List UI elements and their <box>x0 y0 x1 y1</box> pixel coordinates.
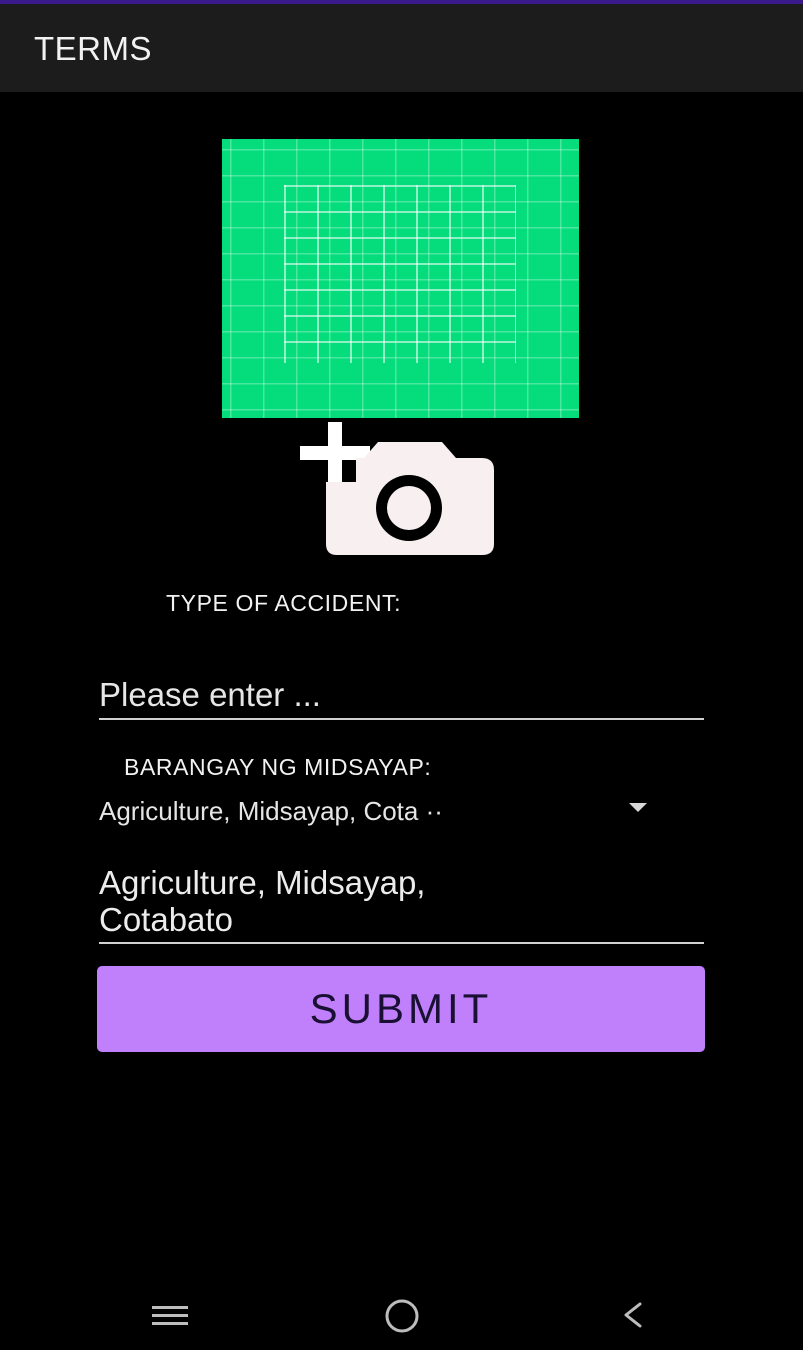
nav-recents-button[interactable] <box>140 1290 200 1340</box>
barangay-selected-value: Agriculture, Midsayap, Cota ·· <box>99 796 443 826</box>
recents-icon <box>152 1306 188 1325</box>
barangay-dropdown[interactable]: Agriculture, Midsayap, Cota ·· <box>99 788 659 834</box>
system-nav-bar <box>0 1280 803 1350</box>
app-bar: TERMS <box>0 4 803 92</box>
nav-home-button[interactable] <box>372 1290 432 1340</box>
back-icon <box>624 1302 642 1328</box>
address-field[interactable]: Agriculture, Midsayap, Cotabato <box>99 864 704 944</box>
dropdown-arrow-icon <box>629 803 647 812</box>
accident-type-input[interactable] <box>99 672 704 720</box>
address-line-2: Cotabato <box>99 901 233 938</box>
nav-back-button[interactable] <box>602 1290 662 1340</box>
barangay-label: BARANGAY NG MIDSAYAP: <box>124 754 432 780</box>
add-a-photo-icon <box>300 422 494 555</box>
submit-button[interactable]: SUBMIT <box>97 966 705 1052</box>
add-photo-button[interactable] <box>296 422 500 560</box>
home-icon <box>385 1299 419 1333</box>
accident-type-label: TYPE OF ACCIDENT: <box>166 590 402 616</box>
address-line-1: Agriculture, Midsayap, <box>99 864 426 901</box>
preview-grid-overlay <box>284 185 516 363</box>
photo-preview-image <box>222 139 579 418</box>
page-title: TERMS <box>34 30 152 67</box>
